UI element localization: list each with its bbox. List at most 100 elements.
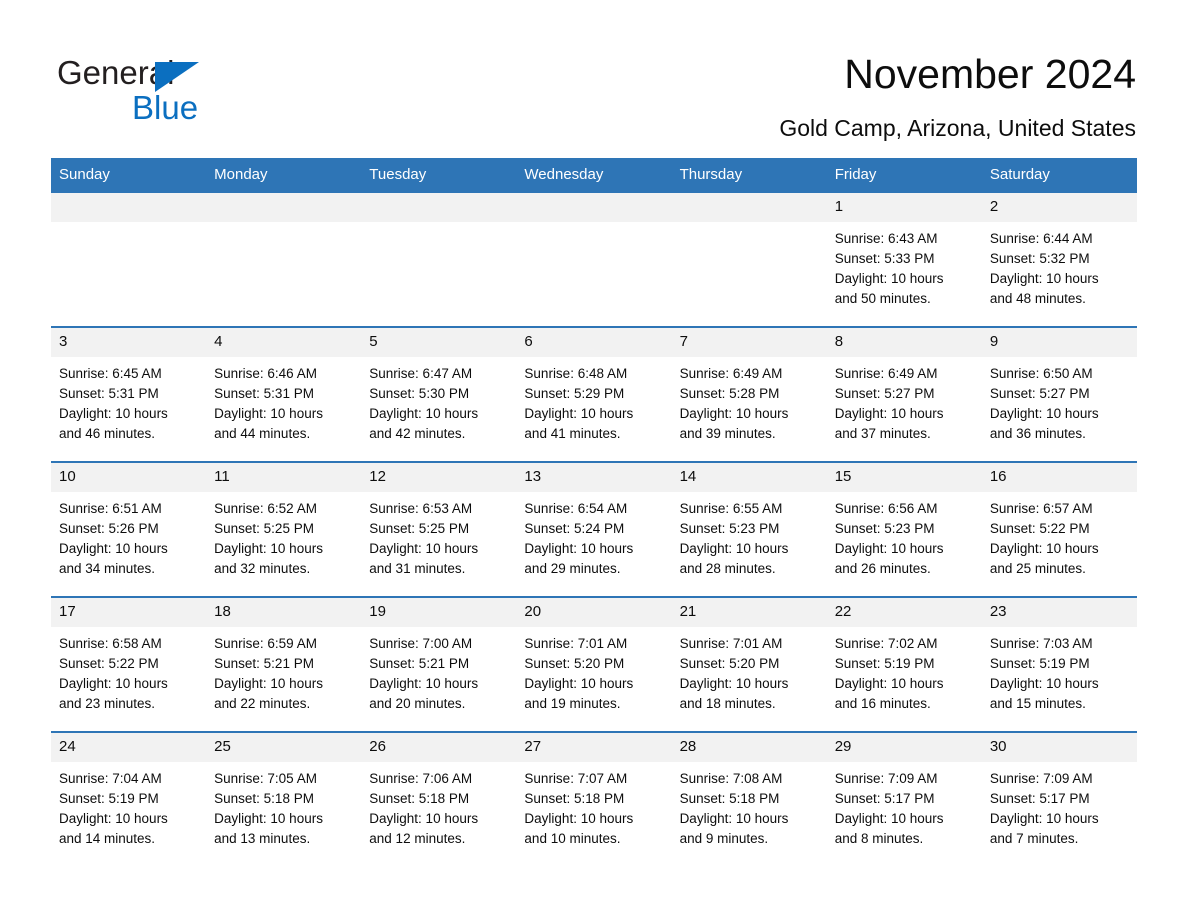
calendar-day-cell[interactable]: 7 Sunrise: 6:49 AM Sunset: 5:28 PM Dayli… bbox=[671, 326, 827, 462]
day-number: 24 bbox=[51, 733, 207, 762]
day-details: Sunrise: 6:54 AM Sunset: 5:24 PM Dayligh… bbox=[516, 492, 671, 579]
calendar-day-cell[interactable]: 20 Sunrise: 7:01 AM Sunset: 5:20 PM Dayl… bbox=[516, 596, 672, 732]
calendar-day-cell[interactable]: 18 Sunrise: 6:59 AM Sunset: 5:21 PM Dayl… bbox=[206, 596, 362, 732]
calendar-day-cell[interactable] bbox=[51, 193, 207, 327]
calendar-day-cell[interactable]: 14 Sunrise: 6:55 AM Sunset: 5:23 PM Dayl… bbox=[671, 461, 827, 597]
sunset-text: Sunset: 5:26 PM bbox=[59, 521, 159, 536]
sunset-text: Sunset: 5:25 PM bbox=[214, 521, 314, 536]
sunset-text: Sunset: 5:23 PM bbox=[834, 521, 935, 536]
daylight-text-line1: Daylight: 10 hours bbox=[989, 811, 1099, 826]
daylight-text-line1: Daylight: 10 hours bbox=[369, 406, 479, 421]
sunrise-text: Sunrise: 6:44 AM bbox=[989, 231, 1093, 246]
sunset-text: Sunset: 5:17 PM bbox=[834, 791, 935, 806]
daylight-text-line2: and 34 minutes. bbox=[59, 561, 156, 576]
logo-text-blue: Blue bbox=[132, 89, 199, 126]
calendar-day-cell[interactable]: 17 Sunrise: 6:58 AM Sunset: 5:22 PM Dayl… bbox=[51, 596, 207, 732]
sunrise-text: Sunrise: 6:55 AM bbox=[679, 501, 783, 516]
day-number: 20 bbox=[516, 598, 672, 627]
calendar-header-row-group: Sunday Monday Tuesday Wednesday Thursday… bbox=[51, 158, 1137, 193]
weekday-header-wednesday: Wednesday bbox=[516, 158, 672, 193]
general-blue-logo[interactable]: General Blue bbox=[57, 54, 317, 132]
calendar-day-cell[interactable]: 10 Sunrise: 6:51 AM Sunset: 5:26 PM Dayl… bbox=[51, 461, 207, 597]
calendar-day-cell[interactable]: 23 Sunrise: 7:03 AM Sunset: 5:19 PM Dayl… bbox=[981, 596, 1137, 732]
calendar-day-cell[interactable]: 3 Sunrise: 6:45 AM Sunset: 5:31 PM Dayli… bbox=[51, 326, 207, 462]
sunrise-text: Sunrise: 7:05 AM bbox=[214, 771, 317, 786]
daylight-text-line2: and 25 minutes. bbox=[989, 561, 1086, 576]
sunrise-text: Sunrise: 6:51 AM bbox=[59, 501, 162, 516]
calendar-day-cell[interactable]: 4 Sunrise: 6:46 AM Sunset: 5:31 PM Dayli… bbox=[206, 326, 362, 462]
day-details bbox=[516, 222, 671, 229]
calendar-day-cell[interactable]: 30 Sunrise: 7:09 AM Sunset: 5:17 PM Dayl… bbox=[981, 731, 1137, 866]
daylight-text-line2: and 10 minutes. bbox=[524, 831, 621, 846]
day-details: Sunrise: 7:07 AM Sunset: 5:18 PM Dayligh… bbox=[516, 762, 671, 849]
calendar-day-cell[interactable]: 26 Sunrise: 7:06 AM Sunset: 5:18 PM Dayl… bbox=[361, 731, 517, 866]
calendar-day-cell[interactable]: 2 Sunrise: 6:44 AM Sunset: 5:32 PM Dayli… bbox=[981, 193, 1137, 327]
calendar-week-row: 1 Sunrise: 6:43 AM Sunset: 5:33 PM Dayli… bbox=[51, 193, 1137, 327]
day-details: Sunrise: 6:58 AM Sunset: 5:22 PM Dayligh… bbox=[51, 627, 206, 714]
calendar-day-cell[interactable] bbox=[516, 193, 672, 327]
calendar-day-cell[interactable]: 27 Sunrise: 7:07 AM Sunset: 5:18 PM Dayl… bbox=[516, 731, 672, 866]
daylight-text-line2: and 28 minutes. bbox=[679, 561, 776, 576]
day-number bbox=[671, 193, 827, 222]
daylight-text-line2: and 13 minutes. bbox=[214, 831, 311, 846]
page-header: General Blue November 2024 Gold Camp, Ar… bbox=[0, 0, 1188, 158]
day-details: Sunrise: 7:05 AM Sunset: 5:18 PM Dayligh… bbox=[206, 762, 361, 849]
sunrise-text: Sunrise: 6:54 AM bbox=[524, 501, 628, 516]
day-details: Sunrise: 7:09 AM Sunset: 5:17 PM Dayligh… bbox=[982, 762, 1137, 849]
weekday-header-friday: Friday bbox=[826, 158, 982, 193]
calendar-day-cell[interactable]: 19 Sunrise: 7:00 AM Sunset: 5:21 PM Dayl… bbox=[361, 596, 517, 732]
daylight-text-line1: Daylight: 10 hours bbox=[989, 676, 1099, 691]
calendar-day-cell[interactable]: 13 Sunrise: 6:54 AM Sunset: 5:24 PM Dayl… bbox=[516, 461, 672, 597]
sunrise-text: Sunrise: 6:45 AM bbox=[59, 366, 162, 381]
sunset-text: Sunset: 5:31 PM bbox=[59, 386, 159, 401]
calendar-day-cell[interactable]: 22 Sunrise: 7:02 AM Sunset: 5:19 PM Dayl… bbox=[826, 596, 982, 732]
sunrise-text: Sunrise: 7:04 AM bbox=[59, 771, 162, 786]
daylight-text-line2: and 48 minutes. bbox=[989, 291, 1086, 306]
sunrise-text: Sunrise: 6:49 AM bbox=[834, 366, 938, 381]
weekday-header-saturday: Saturday bbox=[981, 158, 1137, 193]
day-details: Sunrise: 6:50 AM Sunset: 5:27 PM Dayligh… bbox=[982, 357, 1137, 444]
calendar-day-cell[interactable]: 6 Sunrise: 6:48 AM Sunset: 5:29 PM Dayli… bbox=[516, 326, 672, 462]
day-number: 2 bbox=[981, 193, 1137, 222]
calendar-day-cell[interactable]: 21 Sunrise: 7:01 AM Sunset: 5:20 PM Dayl… bbox=[671, 596, 827, 732]
daylight-text-line2: and 44 minutes. bbox=[214, 426, 311, 441]
daylight-text-line1: Daylight: 10 hours bbox=[214, 811, 323, 826]
day-number: 9 bbox=[981, 328, 1137, 357]
calendar-day-cell[interactable]: 11 Sunrise: 6:52 AM Sunset: 5:25 PM Dayl… bbox=[206, 461, 362, 597]
calendar-day-cell[interactable]: 12 Sunrise: 6:53 AM Sunset: 5:25 PM Dayl… bbox=[361, 461, 517, 597]
day-details: Sunrise: 7:08 AM Sunset: 5:18 PM Dayligh… bbox=[672, 762, 827, 849]
calendar-day-cell[interactable]: 9 Sunrise: 6:50 AM Sunset: 5:27 PM Dayli… bbox=[981, 326, 1137, 462]
calendar-day-cell[interactable]: 8 Sunrise: 6:49 AM Sunset: 5:27 PM Dayli… bbox=[826, 326, 982, 462]
daylight-text-line1: Daylight: 10 hours bbox=[679, 541, 789, 556]
sunset-text: Sunset: 5:25 PM bbox=[369, 521, 470, 536]
sunrise-sunset-calendar-table: Sunday Monday Tuesday Wednesday Thursday… bbox=[51, 158, 1137, 866]
calendar-day-cell[interactable]: 25 Sunrise: 7:05 AM Sunset: 5:18 PM Dayl… bbox=[206, 731, 362, 866]
calendar-week-row: 17 Sunrise: 6:58 AM Sunset: 5:22 PM Dayl… bbox=[51, 596, 1137, 732]
weekday-header-sunday: Sunday bbox=[51, 158, 207, 193]
day-details: Sunrise: 6:56 AM Sunset: 5:23 PM Dayligh… bbox=[827, 492, 982, 579]
daylight-text-line1: Daylight: 10 hours bbox=[524, 811, 634, 826]
calendar-week-row: 3 Sunrise: 6:45 AM Sunset: 5:31 PM Dayli… bbox=[51, 326, 1137, 462]
day-details bbox=[206, 222, 361, 229]
sunset-text: Sunset: 5:18 PM bbox=[524, 791, 625, 806]
calendar-day-cell[interactable]: 28 Sunrise: 7:08 AM Sunset: 5:18 PM Dayl… bbox=[671, 731, 827, 866]
sunset-text: Sunset: 5:27 PM bbox=[834, 386, 935, 401]
calendar-day-cell[interactable]: 16 Sunrise: 6:57 AM Sunset: 5:22 PM Dayl… bbox=[981, 461, 1137, 597]
calendar-day-cell[interactable]: 1 Sunrise: 6:43 AM Sunset: 5:33 PM Dayli… bbox=[826, 193, 982, 327]
calendar-day-cell[interactable] bbox=[671, 193, 827, 327]
day-number: 21 bbox=[671, 598, 827, 627]
daylight-text-line1: Daylight: 10 hours bbox=[834, 811, 944, 826]
sunrise-text: Sunrise: 7:02 AM bbox=[834, 636, 938, 651]
sunset-text: Sunset: 5:17 PM bbox=[989, 791, 1090, 806]
calendar-day-cell[interactable] bbox=[361, 193, 517, 327]
calendar-day-cell[interactable]: 24 Sunrise: 7:04 AM Sunset: 5:19 PM Dayl… bbox=[51, 731, 207, 866]
day-number: 4 bbox=[206, 328, 362, 357]
calendar-day-cell[interactable]: 5 Sunrise: 6:47 AM Sunset: 5:30 PM Dayli… bbox=[361, 326, 517, 462]
weekday-header-row: Sunday Monday Tuesday Wednesday Thursday… bbox=[51, 158, 1137, 193]
sunset-text: Sunset: 5:22 PM bbox=[59, 656, 159, 671]
calendar-day-cell[interactable]: 15 Sunrise: 6:56 AM Sunset: 5:23 PM Dayl… bbox=[826, 461, 982, 597]
sunrise-text: Sunrise: 7:08 AM bbox=[679, 771, 783, 786]
sunrise-text: Sunrise: 7:03 AM bbox=[989, 636, 1093, 651]
calendar-day-cell[interactable]: 29 Sunrise: 7:09 AM Sunset: 5:17 PM Dayl… bbox=[826, 731, 982, 866]
calendar-day-cell[interactable] bbox=[206, 193, 362, 327]
